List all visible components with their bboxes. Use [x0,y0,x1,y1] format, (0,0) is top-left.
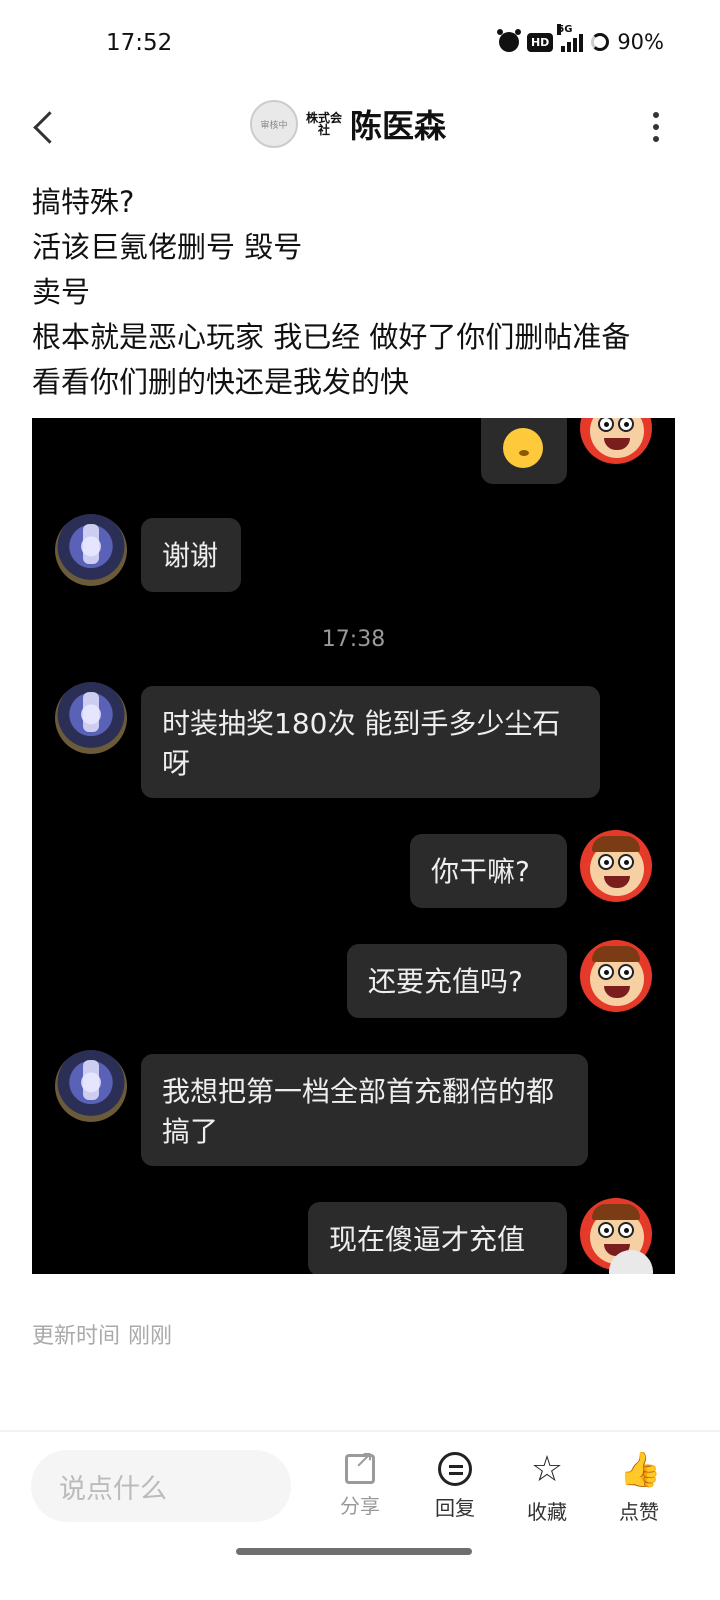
author-info[interactable]: 审核中 株式会社 陈医森 [250,100,446,148]
chat-bubble-left: 时装抽奖180次 能到手多少尘石呀 [141,686,600,798]
chat-bubble-right: 现在傻逼才充值 [308,1202,567,1274]
bottom-action-bar: 说点什么 分享 回复 ☆ 收藏 👍 点赞 [0,1432,720,1542]
favorite-label: 收藏 [527,1500,567,1524]
chat-bubble-right: 你干嘛? [410,834,567,908]
hd-icon: HD [526,32,554,52]
alarm-icon [496,29,521,52]
thumbs-up-icon: 👍 [619,1450,662,1490]
dot-icon [653,136,659,142]
status-icons: HD 5G 90% [496,24,664,54]
share-button[interactable]: 分享 [325,1445,395,1519]
share-icon [345,1445,375,1484]
updated-label: 更新时间 [32,1324,121,1349]
chat-bubble-right: 还要充值吗? [347,944,567,1018]
home-indicator[interactable] [236,1548,472,1555]
like-button[interactable]: 👍 点赞 [604,1450,674,1525]
author-avatar[interactable]: 审核中 [250,100,298,148]
chat-bubble-emoji [481,418,567,484]
dot-icon [653,124,659,130]
chat-timestamp: 17:38 [321,627,386,652]
avatar-review-badge: 审核中 [260,120,288,131]
author-name[interactable]: 陈医森 [350,101,446,147]
battery-icon [591,33,610,51]
post-body: 搞特殊? 活该巨氪佬删号 毁号 卖号 根本就是恶心玩家 我已经 做好了你们删帖准… [32,180,692,405]
like-label: 点赞 [619,1500,659,1524]
status-time: 17:52 [106,30,173,56]
comment-input[interactable]: 说点什么 [31,1450,291,1522]
updated-time: 更新时间 刚刚 [32,1318,180,1350]
status-bar: 17:52 HD 5G 90% [0,0,720,92]
chat-bubble-left: 我想把第一档全部首充翻倍的都搞了 [141,1054,588,1166]
game-character-avatar [55,1050,127,1122]
post-image-chat-screenshot[interactable]: 谢谢 17:38 时装抽奖180次 能到手多少尘石呀 你干嘛? 还要充值吗? 我… [32,418,675,1274]
game-character-avatar [55,514,127,586]
comment-placeholder: 说点什么 [59,1473,167,1505]
star-icon: ☆ [530,1449,564,1490]
post-line: 卖号 [32,275,91,309]
post-line: 搞特殊? [32,185,135,219]
name-prefix-badge: 株式会社 [306,111,343,137]
post-line: 活该巨氪佬删号 毁号 [32,230,303,264]
reply-button[interactable]: 回复 [420,1450,490,1521]
post-line: 看看你们删的快还是我发的快 [32,365,410,399]
network-type: 5G [557,24,573,35]
share-label: 分享 [340,1494,380,1518]
back-button[interactable] [30,110,60,144]
reply-label: 回复 [435,1496,475,1520]
cartoon-avatar [580,940,652,1012]
updated-value: 刚刚 [128,1324,173,1349]
top-nav: 审核中 株式会社 陈医森 [0,92,720,162]
cartoon-avatar [580,418,652,464]
game-character-avatar [55,682,127,754]
cartoon-avatar [580,830,652,902]
dot-icon [653,112,659,118]
comment-bubble-icon [438,1452,472,1486]
favorite-button[interactable]: ☆ 收藏 [512,1450,582,1525]
thinking-emoji-icon [503,428,543,468]
post-line: 根本就是恶心玩家 我已经 做好了你们删帖准备 [32,320,631,354]
signal-icon: 5G [557,24,584,52]
battery-percent: 90% [617,30,664,54]
chat-bubble-left: 谢谢 [141,518,241,592]
more-options-button[interactable] [652,112,660,142]
